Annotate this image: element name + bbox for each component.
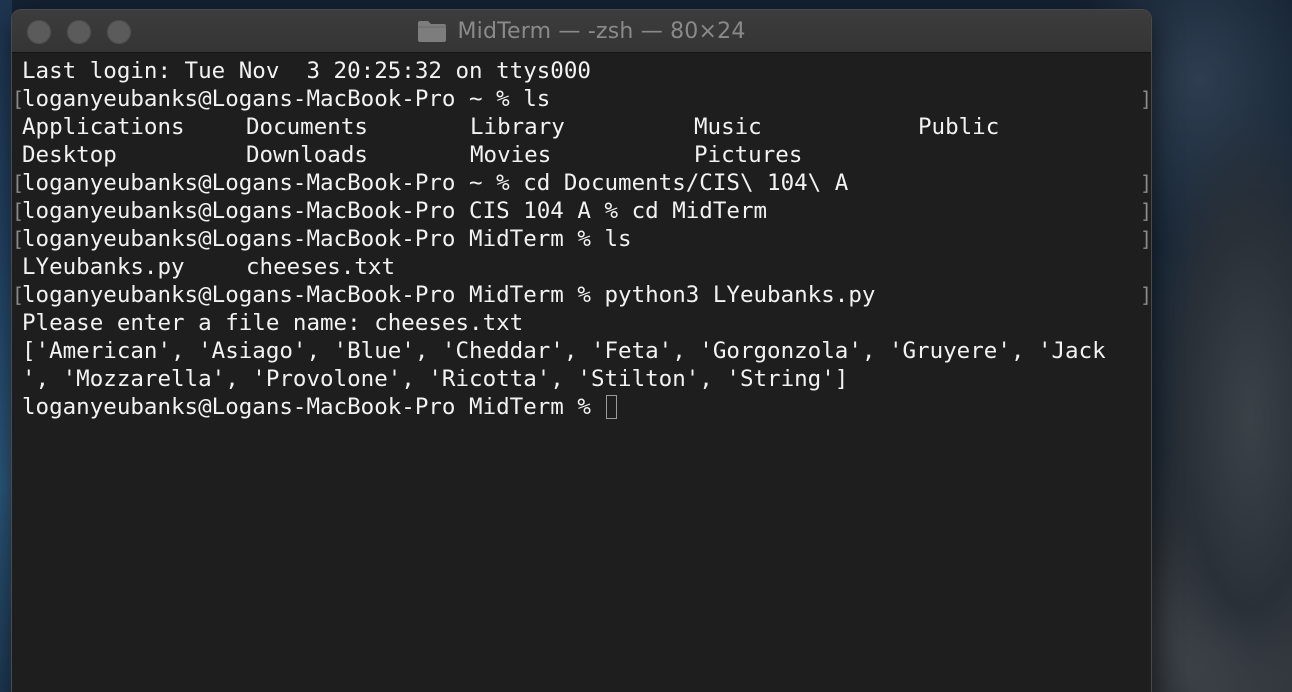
command-mark-open: [ bbox=[12, 171, 25, 195]
desktop-wallpaper-left-edge bbox=[0, 0, 12, 692]
terminal-line-text: Last login: Tue Nov 3 20:25:32 on ttys00… bbox=[22, 58, 591, 84]
terminal-command-line: [loganyeubanks@Logans-MacBook-Pro ~ % ls… bbox=[12, 85, 1151, 113]
command-mark-close: ] bbox=[1140, 87, 1151, 111]
terminal-line-text: Please enter a file name: cheeses.txt bbox=[22, 310, 524, 336]
window-title-text: MidTerm — -zsh — 80×24 bbox=[457, 18, 746, 44]
terminal-line-text: loganyeubanks@Logans-MacBook-Pro ~ % cd … bbox=[22, 170, 849, 196]
command-mark-close: ] bbox=[1140, 171, 1151, 195]
listing-entry: Music bbox=[694, 114, 762, 140]
listing-entry: Downloads bbox=[246, 142, 368, 168]
terminal-prompt-line[interactable]: loganyeubanks@Logans-MacBook-Pro MidTerm… bbox=[12, 393, 1151, 421]
listing-entry: Applications bbox=[22, 114, 185, 140]
terminal-line-text: ['American', 'Asiago', 'Blue', 'Cheddar'… bbox=[22, 338, 1106, 364]
command-mark-open: [ bbox=[12, 227, 25, 251]
terminal-line-text: ', 'Mozzarella', 'Provolone', 'Ricotta',… bbox=[22, 366, 849, 392]
terminal-output-line: Last login: Tue Nov 3 20:25:32 on ttys00… bbox=[12, 57, 1151, 85]
listing-entry: Public bbox=[918, 114, 1000, 140]
terminal-output-line: ', 'Mozzarella', 'Provolone', 'Ricotta',… bbox=[12, 365, 1151, 393]
terminal-output-line: Please enter a file name: cheeses.txt bbox=[12, 309, 1151, 337]
command-mark-close: ] bbox=[1140, 227, 1151, 251]
terminal-content[interactable]: Last login: Tue Nov 3 20:25:32 on ttys00… bbox=[12, 53, 1151, 421]
terminal-line-text: loganyeubanks@Logans-MacBook-Pro MidTerm… bbox=[22, 282, 876, 308]
folder-icon bbox=[418, 21, 447, 42]
terminal-listing-line: LYeubanks.py cheeses.txt bbox=[12, 253, 1151, 281]
listing-entry: LYeubanks.py bbox=[22, 254, 185, 280]
cursor-icon bbox=[606, 395, 618, 419]
terminal-listing-line: Applications Documents Library Music Public bbox=[12, 113, 1151, 141]
listing-entry: Movies bbox=[470, 142, 552, 168]
terminal-listing-line: Desktop Downloads Movies Pictures bbox=[12, 141, 1151, 169]
listing-entry: Pictures bbox=[694, 142, 803, 168]
terminal-command-line: [loganyeubanks@Logans-MacBook-Pro MidTer… bbox=[12, 281, 1151, 309]
listing-entry: cheeses.txt bbox=[246, 254, 396, 280]
command-mark-close: ] bbox=[1140, 199, 1151, 223]
command-mark-close: ] bbox=[1140, 283, 1151, 307]
command-mark-open: [ bbox=[12, 199, 25, 223]
terminal-output-line: ['American', 'Asiago', 'Blue', 'Cheddar'… bbox=[12, 337, 1151, 365]
terminal-line-text: loganyeubanks@Logans-MacBook-Pro CIS 104… bbox=[22, 198, 768, 224]
command-mark-open: [ bbox=[12, 283, 25, 307]
terminal-command-line: [loganyeubanks@Logans-MacBook-Pro ~ % cd… bbox=[12, 169, 1151, 197]
terminal-command-line: [loganyeubanks@Logans-MacBook-Pro CIS 10… bbox=[12, 197, 1151, 225]
prompt-text: loganyeubanks@Logans-MacBook-Pro MidTerm… bbox=[22, 394, 605, 420]
listing-entry: Desktop bbox=[22, 142, 117, 168]
listing-entry: Library bbox=[470, 114, 565, 140]
command-mark-open: [ bbox=[12, 87, 25, 111]
window-titlebar[interactable]: MidTerm — -zsh — 80×24 bbox=[12, 10, 1151, 53]
terminal-line-text: loganyeubanks@Logans-MacBook-Pro ~ % ls bbox=[22, 86, 551, 112]
terminal-line-text: loganyeubanks@Logans-MacBook-Pro MidTerm… bbox=[22, 226, 632, 252]
terminal-command-line: [loganyeubanks@Logans-MacBook-Pro MidTer… bbox=[12, 225, 1151, 253]
terminal-window[interactable]: MidTerm — -zsh — 80×24 Last login: Tue N… bbox=[12, 10, 1151, 692]
listing-entry: Documents bbox=[246, 114, 368, 140]
window-title: MidTerm — -zsh — 80×24 bbox=[12, 10, 1151, 52]
